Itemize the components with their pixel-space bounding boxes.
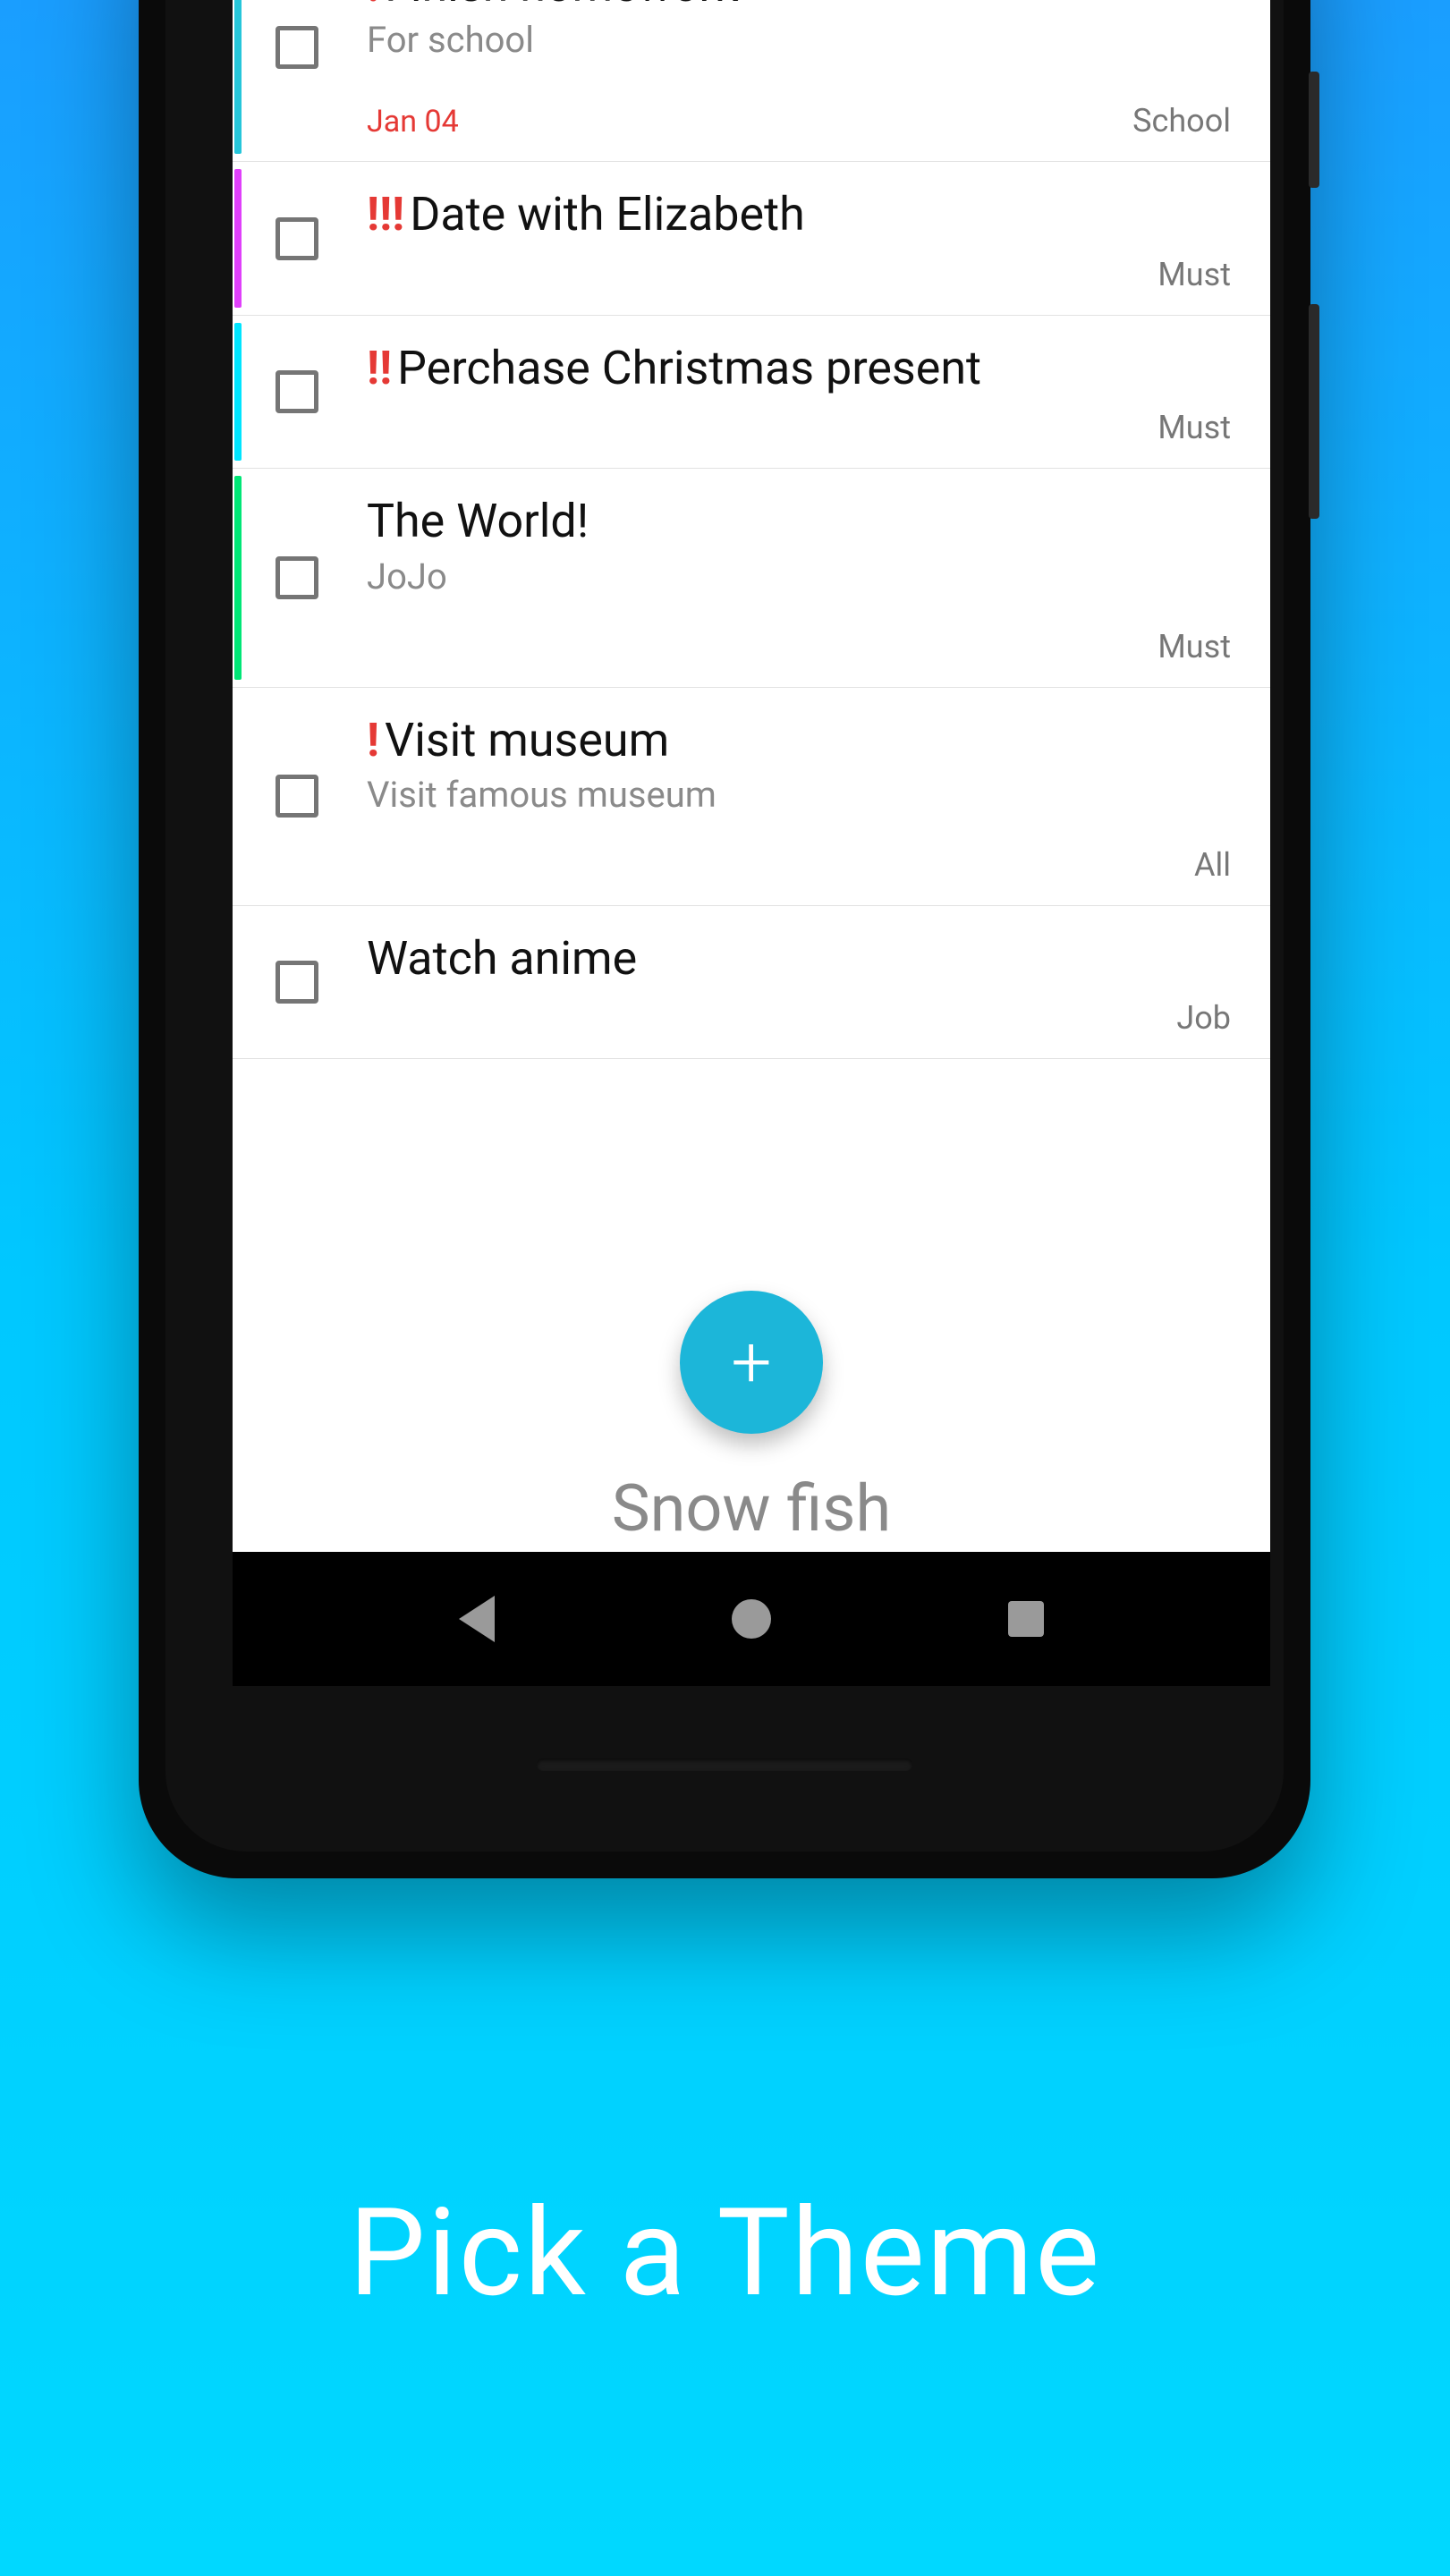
phone-inner-frame: ! Finish homework For school Jan 04School!!… <box>165 0 1284 1852</box>
task-title-text: Watch anime <box>367 931 637 986</box>
task-checkbox[interactable] <box>276 556 318 599</box>
task-subtitle: For school <box>367 19 1234 61</box>
task-tag: All <box>1194 846 1231 884</box>
task-row[interactable]: !!Perchase Christmas present Must <box>233 316 1270 469</box>
category-stripe <box>234 913 242 1051</box>
task-tag: Must <box>1157 628 1231 665</box>
task-subtitle: Visit famous museum <box>367 774 1234 816</box>
priority-indicator: ! <box>367 713 379 767</box>
task-checkbox[interactable] <box>276 961 318 1004</box>
task-title: The World! <box>367 494 1234 549</box>
task-date: Jan 04 <box>367 104 1234 140</box>
task-list[interactable]: ! Finish homework For school Jan 04School!!… <box>233 0 1270 1059</box>
task-checkbox[interactable] <box>276 217 318 260</box>
phone-frame: ! Finish homework For school Jan 04School!!… <box>139 0 1310 1878</box>
task-title: !Visit museum <box>367 713 1234 768</box>
category-stripe <box>234 169 242 307</box>
task-title: !!!Date with Elizabeth <box>367 187 1234 242</box>
task-row[interactable]: The World! JoJo Must <box>233 469 1270 687</box>
priority-indicator: !!! <box>367 187 404 242</box>
task-checkbox[interactable] <box>276 775 318 818</box>
phone-speaker <box>537 1758 912 1771</box>
recents-icon[interactable] <box>1008 1601 1044 1637</box>
category-stripe <box>234 323 242 461</box>
task-title-text: Finish homework <box>385 0 738 13</box>
app-content: ! Finish homework For school Jan 04School!!… <box>233 0 1270 1552</box>
task-title: ! Finish homework <box>367 0 1234 13</box>
task-title-text: Visit museum <box>385 713 669 767</box>
task-title: !!Perchase Christmas present <box>367 341 1234 396</box>
priority-indicator: ! <box>367 0 379 13</box>
back-icon[interactable] <box>459 1596 495 1642</box>
task-row[interactable]: !Visit museum Visit famous museum All <box>233 688 1270 906</box>
task-tag: Must <box>1157 256 1231 293</box>
add-task-button[interactable]: + <box>680 1291 823 1434</box>
task-subtitle: JoJo <box>367 555 1234 597</box>
category-stripe <box>234 695 242 898</box>
android-navbar <box>233 1552 1270 1686</box>
promo-heading: Pick a Theme <box>0 2182 1450 2325</box>
phone-screen: ! Finish homework For school Jan 04School!!… <box>233 0 1270 1686</box>
phone-side-button <box>1309 72 1319 188</box>
category-stripe <box>234 476 242 679</box>
task-title: Watch anime <box>367 931 1234 987</box>
priority-indicator: !! <box>367 341 392 395</box>
task-title-text: Date with Elizabeth <box>410 187 805 242</box>
task-tag: School <box>1132 102 1231 140</box>
task-tag: Must <box>1157 409 1231 446</box>
task-checkbox[interactable] <box>276 26 318 69</box>
phone-side-button <box>1309 304 1319 519</box>
task-title-text: Perchase Christmas present <box>397 341 981 395</box>
task-row[interactable]: ! Finish homework For school Jan 04School <box>233 0 1270 162</box>
category-stripe <box>234 0 242 154</box>
task-checkbox[interactable] <box>276 370 318 413</box>
task-tag: Job <box>1176 999 1231 1037</box>
task-row[interactable]: !!!Date with Elizabeth Must <box>233 162 1270 315</box>
home-icon[interactable] <box>732 1599 771 1639</box>
plus-icon: + <box>731 1326 771 1398</box>
task-row[interactable]: Watch anime Job <box>233 906 1270 1059</box>
theme-name-label: Snow fish <box>233 1470 1270 1546</box>
task-title-text: The World! <box>367 494 589 548</box>
